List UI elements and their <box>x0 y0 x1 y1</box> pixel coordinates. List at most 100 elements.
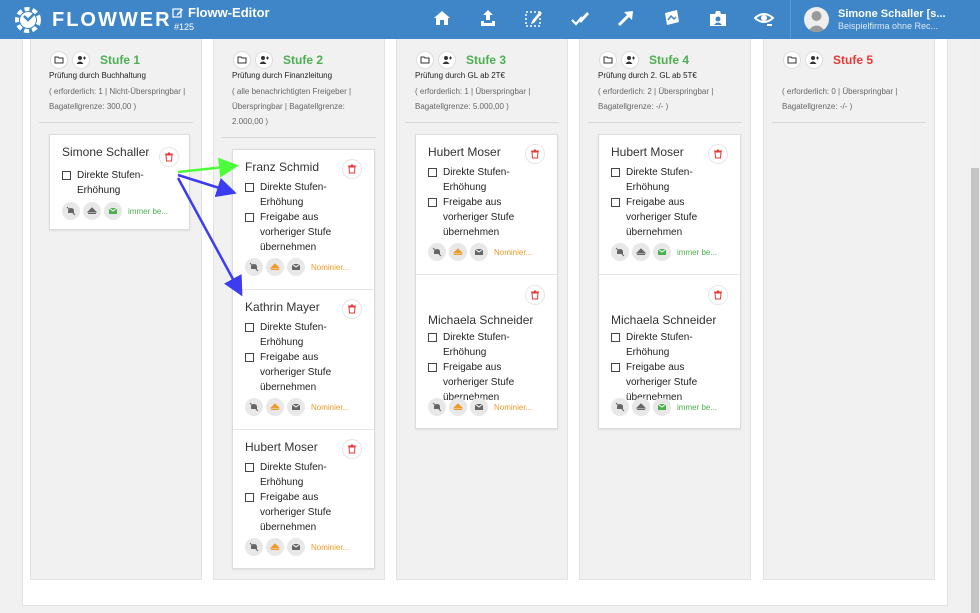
delete-approver-button[interactable] <box>708 285 728 305</box>
checkbox[interactable] <box>245 493 254 502</box>
accept-previous-checkbox[interactable]: Freigabe aus vorheriger Stufe übernehmen <box>611 195 704 240</box>
delete-approver-button[interactable] <box>525 144 545 164</box>
add-user-icon[interactable] <box>255 51 273 69</box>
accept-previous-checkbox[interactable]: Freigabe aus vorheriger Stufe übernehmen <box>245 350 338 395</box>
folder-icon[interactable] <box>416 51 434 69</box>
stage-description: Prüfung durch Buchhaltung <box>49 71 146 80</box>
delete-approver-button[interactable] <box>342 159 362 179</box>
arrow-up-right-icon[interactable] <box>614 6 638 30</box>
approver-actions: Nominier... <box>428 243 532 261</box>
checkbox[interactable] <box>245 353 254 362</box>
delete-approver-button[interactable] <box>159 147 179 167</box>
checkbox[interactable] <box>611 168 620 177</box>
delete-approver-button[interactable] <box>342 299 362 319</box>
checkbox[interactable] <box>428 168 437 177</box>
select-area-icon[interactable] <box>522 6 546 30</box>
delete-approver-button[interactable] <box>525 285 545 305</box>
approver-card[interactable]: Simone Schaller Direkte Stufen-Erhöhung … <box>50 135 189 231</box>
top-bar: FLOWWER Floww-Editor #125 Simone Schalle… <box>0 0 980 39</box>
direct-increase-checkbox[interactable]: Direkte Stufen-Erhöhung <box>611 330 704 360</box>
eject-icon[interactable] <box>632 398 650 416</box>
accept-previous-checkbox[interactable]: Freigabe aus vorheriger Stufe übernehmen <box>428 195 521 240</box>
bell-off-icon[interactable] <box>245 538 263 556</box>
notify-mode: Nominier... <box>494 402 533 412</box>
direct-increase-checkbox[interactable]: Direkte Stufen-Erhöhung <box>62 168 155 198</box>
mail-icon[interactable] <box>287 538 305 556</box>
add-user-icon[interactable] <box>805 51 823 69</box>
eye-refresh-icon[interactable] <box>752 6 776 30</box>
user-badge-icon[interactable] <box>706 6 730 30</box>
checkbox[interactable] <box>62 171 71 180</box>
checkbox[interactable] <box>245 213 254 222</box>
eject-icon[interactable] <box>449 243 467 261</box>
checkbox-label: Freigabe aus vorheriger Stufe übernehmen <box>443 197 515 238</box>
home-icon[interactable] <box>430 6 454 30</box>
approver-card[interactable]: Hubert Moser Direkte Stufen-Erhöhung Fre… <box>416 135 557 275</box>
stage-description: Prüfung durch 2. GL ab 5T€ <box>598 71 697 80</box>
edit-icon <box>172 7 183 18</box>
mail-icon[interactable] <box>470 398 488 416</box>
eject-icon[interactable] <box>83 202 101 220</box>
checkbox[interactable] <box>245 463 254 472</box>
eject-icon[interactable] <box>449 398 467 416</box>
add-user-icon[interactable] <box>621 51 639 69</box>
add-user-icon[interactable] <box>72 51 90 69</box>
checkbox[interactable] <box>245 183 254 192</box>
accept-previous-checkbox[interactable]: Freigabe aus vorheriger Stufe übernehmen <box>245 210 338 255</box>
checkbox[interactable] <box>428 333 437 342</box>
approver-card[interactable]: Franz Schmid Direkte Stufen-Erhöhung Fre… <box>233 150 374 290</box>
eject-icon[interactable] <box>266 258 284 276</box>
bell-off-icon[interactable] <box>245 258 263 276</box>
approver-card[interactable]: Hubert Moser Direkte Stufen-Erhöhung Fre… <box>599 135 740 275</box>
mail-icon[interactable] <box>470 243 488 261</box>
bell-off-icon[interactable] <box>611 243 629 261</box>
direct-increase-checkbox[interactable]: Direkte Stufen-Erhöhung <box>428 330 521 360</box>
eject-icon[interactable] <box>266 538 284 556</box>
edit-check-icon[interactable] <box>568 6 592 30</box>
checkbox[interactable] <box>428 198 437 207</box>
direct-increase-checkbox[interactable]: Direkte Stufen-Erhöhung <box>611 165 704 195</box>
checkbox-label: Direkte Stufen-Erhöhung <box>260 462 327 488</box>
delete-approver-button[interactable] <box>342 439 362 459</box>
bell-off-icon[interactable] <box>62 202 80 220</box>
bell-off-icon[interactable] <box>428 243 446 261</box>
checkbox[interactable] <box>428 363 437 372</box>
folder-icon[interactable] <box>599 51 617 69</box>
checkbox[interactable] <box>245 323 254 332</box>
mail-icon[interactable] <box>104 202 122 220</box>
scrollbar-thumb[interactable] <box>971 168 979 613</box>
bell-off-icon[interactable] <box>611 398 629 416</box>
approver-actions: Nominier... <box>428 398 532 416</box>
delete-approver-button[interactable] <box>708 144 728 164</box>
eject-icon[interactable] <box>632 243 650 261</box>
mail-icon[interactable] <box>653 398 671 416</box>
bell-off-icon[interactable] <box>245 398 263 416</box>
checkbox[interactable] <box>611 333 620 342</box>
folder-icon[interactable] <box>50 51 68 69</box>
logo[interactable]: FLOWWER <box>12 4 172 36</box>
direct-increase-checkbox[interactable]: Direkte Stufen-Erhöhung <box>245 460 338 490</box>
approver-card[interactable]: Michaela Schneider Direkte Stufen-Erhöhu… <box>599 275 740 430</box>
mail-icon[interactable] <box>653 243 671 261</box>
eject-icon[interactable] <box>266 398 284 416</box>
add-user-icon[interactable] <box>438 51 456 69</box>
approver-card[interactable]: Michaela Schneider Direkte Stufen-Erhöhu… <box>416 275 557 430</box>
approver-name: Kathrin Mayer <box>245 300 320 314</box>
logo-text: FLOWWER <box>52 8 172 31</box>
mail-icon[interactable] <box>287 398 305 416</box>
bell-off-icon[interactable] <box>428 398 446 416</box>
user-menu[interactable]: Simone Schaller [s... Beispielfirma ohne… <box>790 0 980 39</box>
direct-increase-checkbox[interactable]: Direkte Stufen-Erhöhung <box>245 180 338 210</box>
direct-increase-checkbox[interactable]: Direkte Stufen-Erhöhung <box>245 320 338 350</box>
mail-icon[interactable] <box>287 258 305 276</box>
upload-icon[interactable] <box>476 6 500 30</box>
folder-icon[interactable] <box>783 51 801 69</box>
approver-card[interactable]: Kathrin Mayer Direkte Stufen-Erhöhung Fr… <box>233 290 374 430</box>
image-edit-icon[interactable] <box>660 6 684 30</box>
checkbox[interactable] <box>611 198 620 207</box>
approver-card[interactable]: Hubert Moser Direkte Stufen-Erhöhung Fre… <box>233 430 374 570</box>
checkbox[interactable] <box>611 363 620 372</box>
direct-increase-checkbox[interactable]: Direkte Stufen-Erhöhung <box>428 165 521 195</box>
accept-previous-checkbox[interactable]: Freigabe aus vorheriger Stufe übernehmen <box>245 490 338 535</box>
folder-icon[interactable] <box>233 51 251 69</box>
